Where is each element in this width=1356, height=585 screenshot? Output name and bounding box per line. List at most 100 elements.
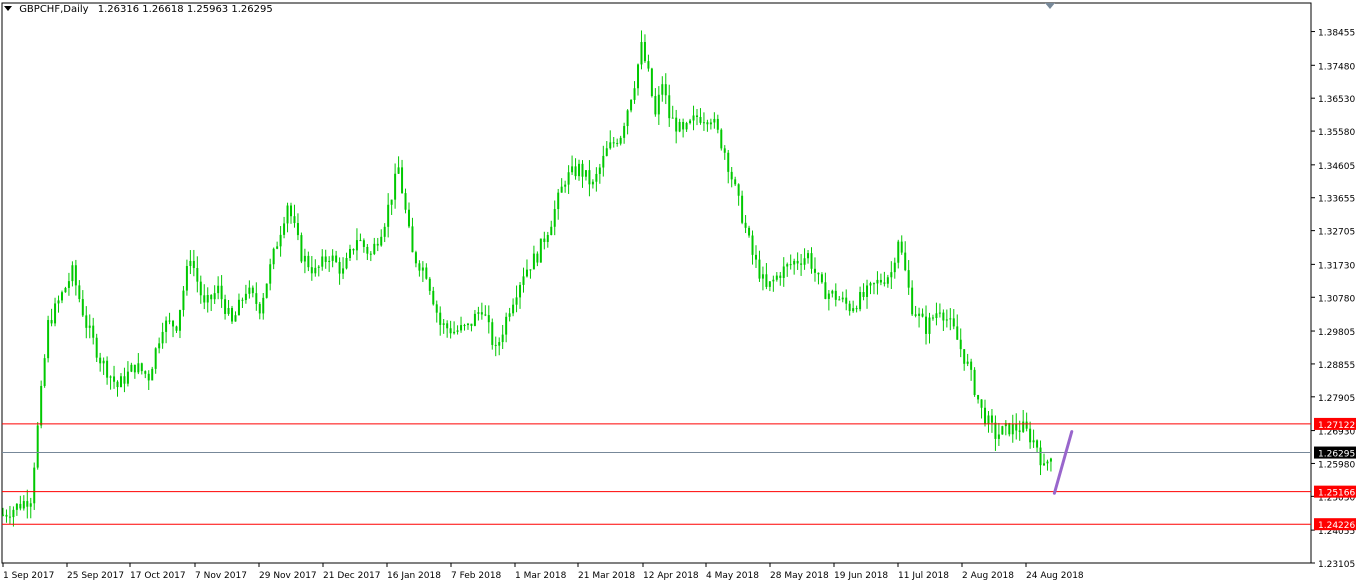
candle-body	[106, 360, 109, 378]
candle-body	[373, 243, 376, 254]
candle-body	[342, 268, 345, 274]
candle-body	[317, 266, 320, 268]
candle-body	[407, 209, 410, 227]
candle-body	[307, 255, 310, 268]
candle-body	[984, 407, 987, 424]
candle-body	[959, 339, 962, 350]
x-tick-label: 25 Sep 2017	[67, 571, 124, 581]
candle-body	[460, 325, 463, 331]
candle-body	[276, 246, 279, 249]
candle-body	[99, 357, 102, 364]
candle-body	[539, 238, 542, 263]
candle-body	[224, 299, 227, 314]
candle-body	[855, 308, 858, 310]
candle-body	[803, 258, 806, 265]
candle-body	[588, 170, 591, 185]
candle-body	[116, 381, 119, 388]
candle-body	[480, 312, 483, 315]
candle-body	[817, 272, 820, 275]
candle-body	[744, 222, 747, 228]
candle-body	[931, 317, 934, 319]
candle-body	[321, 256, 324, 267]
candle-body	[248, 287, 251, 294]
candle-body	[432, 290, 435, 305]
candle-body	[522, 276, 525, 285]
price-chart[interactable]: 1.38455 1.37480 1.36530 1.35580 1.34605 1.336…	[0, 0, 1356, 585]
y-tick-label: 1.29805	[1318, 328, 1355, 338]
candle-body	[973, 369, 976, 396]
candle-body	[119, 376, 122, 388]
candle-body	[324, 256, 327, 262]
candle-body	[310, 267, 313, 274]
candle-body	[560, 186, 563, 193]
candle-body	[29, 503, 32, 507]
x-tick-label: 2 Aug 2018	[962, 571, 1014, 581]
candle-body	[411, 226, 414, 253]
candle-body	[255, 293, 258, 304]
candle-body	[807, 253, 810, 259]
candle-body	[852, 308, 855, 312]
candle-body	[706, 122, 709, 125]
candle-body	[88, 325, 91, 328]
candle-body	[925, 316, 928, 334]
candle-body	[668, 95, 671, 119]
trend-line[interactable]	[1052, 430, 1074, 495]
candle-body	[848, 303, 851, 312]
candle-body	[442, 323, 445, 325]
candle-body	[779, 275, 782, 278]
candle-body	[789, 264, 792, 266]
candle-body	[54, 303, 57, 324]
candle-body	[314, 267, 317, 274]
candle-body	[369, 253, 372, 255]
shift-marker-icon[interactable]	[1045, 3, 1055, 9]
candle-body	[217, 285, 220, 294]
candle-body	[800, 263, 803, 265]
candle-body	[300, 235, 303, 262]
candle-body	[650, 68, 653, 97]
candle-body	[213, 293, 216, 300]
candle-body	[279, 234, 282, 247]
candle-body	[1018, 430, 1021, 432]
candle-body	[813, 268, 816, 273]
candle-body	[283, 223, 286, 235]
candle-body	[831, 290, 834, 294]
candle-body	[765, 274, 768, 287]
candle-body	[376, 243, 379, 246]
candle-body	[786, 264, 789, 267]
candle-body	[241, 299, 244, 301]
candle-body	[352, 248, 355, 251]
candle-body	[355, 240, 358, 251]
x-tick-label: 21 Dec 2017	[323, 571, 381, 581]
candle-body	[425, 267, 428, 279]
candle-body	[692, 115, 695, 121]
candle-body	[165, 320, 168, 332]
candle-body	[196, 268, 199, 282]
candle-body	[498, 342, 501, 346]
candle-body	[234, 315, 237, 322]
candle-body	[966, 361, 969, 364]
candle-body	[515, 297, 518, 305]
candle-body	[210, 295, 213, 300]
candle-body	[581, 163, 584, 177]
candle-body	[296, 223, 299, 236]
candle-body	[578, 163, 581, 177]
candle-body	[730, 171, 733, 180]
candle-body	[404, 193, 407, 210]
candle-body	[470, 323, 473, 326]
candle-body	[206, 295, 209, 303]
candle-body	[782, 266, 785, 278]
y-tick-label: 1.35580	[1318, 128, 1355, 138]
candle-body	[390, 199, 393, 205]
candle-body	[1036, 440, 1039, 448]
x-tick-label: 4 May 2018	[706, 571, 759, 581]
candle-body	[630, 99, 633, 111]
candle-body	[748, 227, 751, 236]
candle-body	[574, 166, 577, 177]
candle-body	[22, 501, 25, 509]
candle-body	[841, 297, 844, 300]
candle-body	[74, 265, 77, 286]
candle-body	[477, 312, 480, 314]
candle-body	[60, 292, 63, 301]
candle-body	[609, 142, 612, 149]
candle-body	[866, 285, 869, 297]
